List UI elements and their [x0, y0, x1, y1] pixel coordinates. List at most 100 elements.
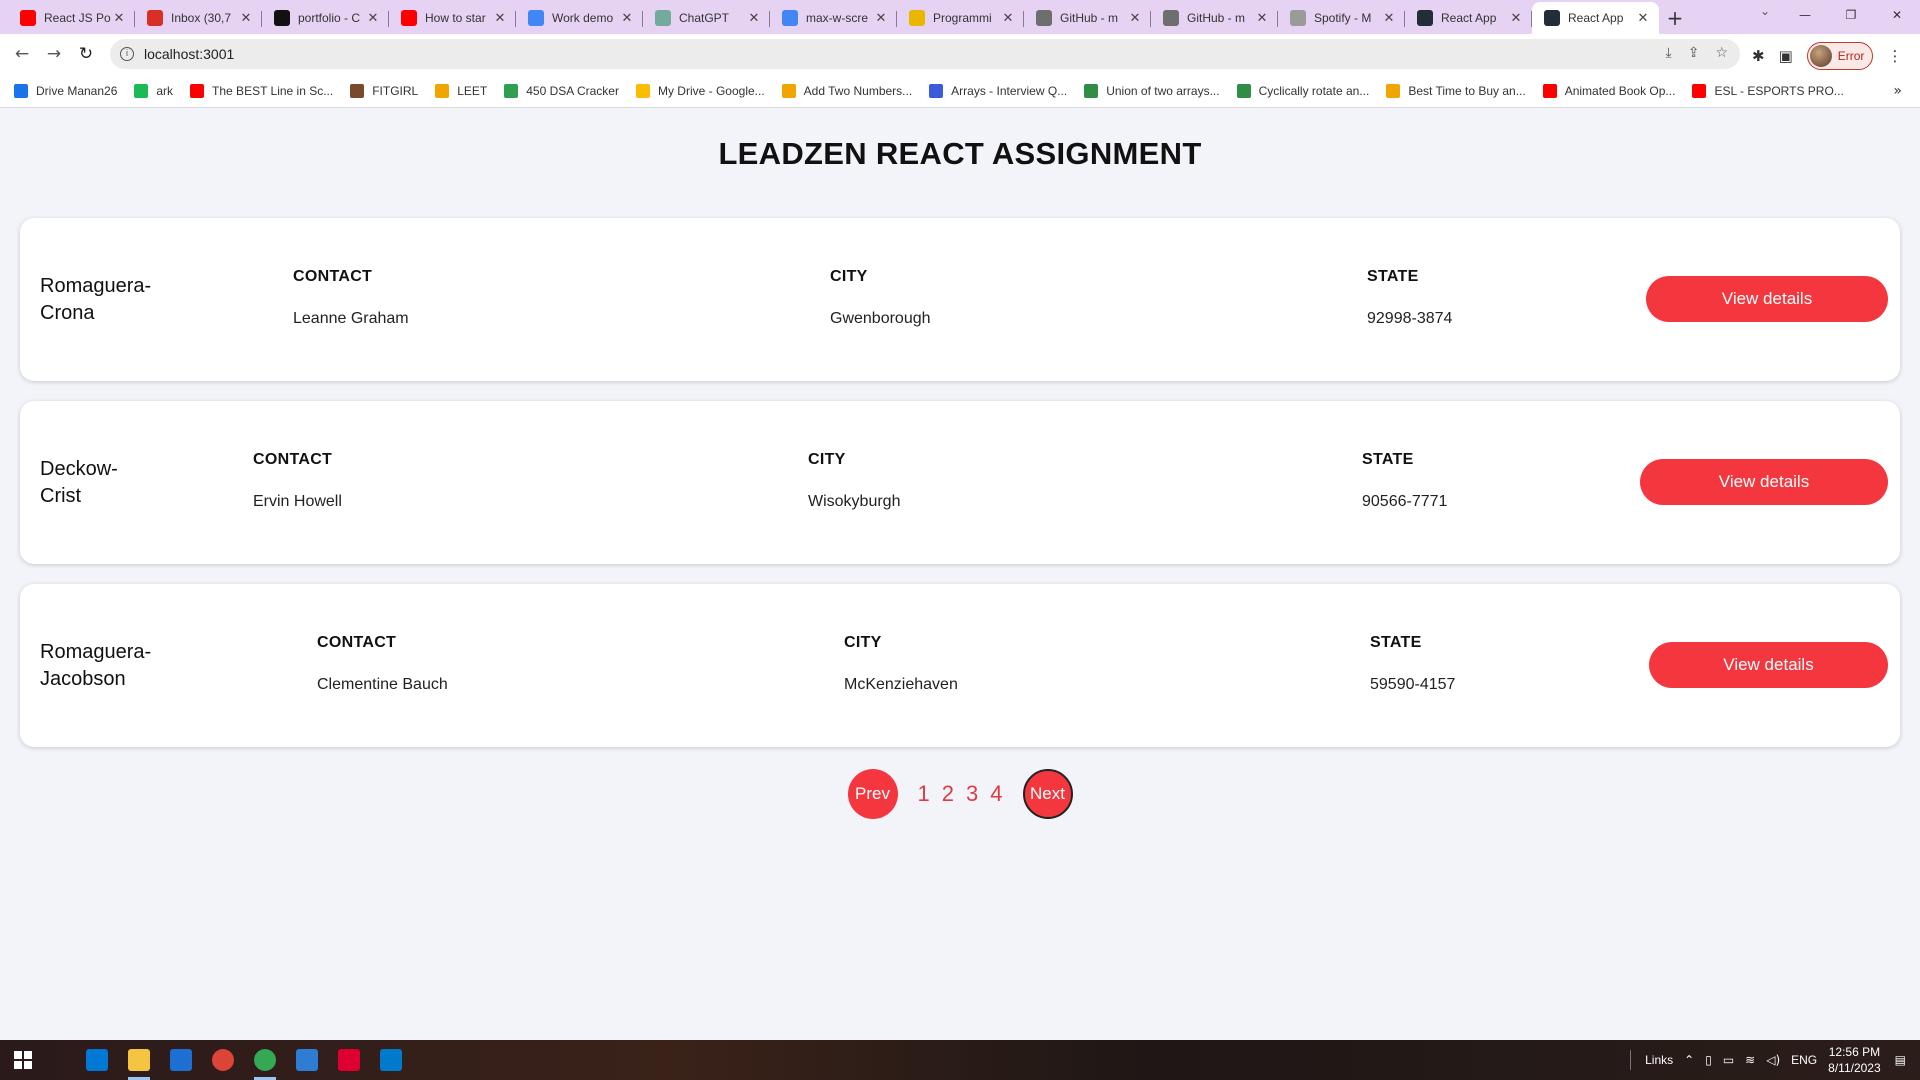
globe-icon	[1290, 10, 1306, 26]
tab-label: ChatGPT	[679, 11, 730, 25]
site-info-icon[interactable]: i	[120, 47, 134, 61]
bookmark-item[interactable]: Add Two Numbers...	[781, 83, 912, 98]
browser-tab[interactable]: Spotify - M ✕	[1278, 2, 1405, 34]
bookmark-item[interactable]: Arrays - Interview Q...	[929, 83, 1067, 98]
browser-tab[interactable]: Inbox (30,7 ✕	[135, 2, 262, 34]
windows-taskbar: Links ⌃ ▯ ▭ ≋ ◁) ENG 12:56 PM 8/11/2023 …	[0, 1040, 1920, 1080]
contact-field: CONTACT Ervin Howell	[253, 451, 342, 511]
more-bookmarks-icon[interactable]: »	[1893, 83, 1902, 99]
next-page-button[interactable]: Next	[1022, 769, 1073, 819]
page-number-4[interactable]: 4	[990, 781, 1002, 807]
bookmark-item[interactable]: Drive Manan26	[14, 83, 117, 98]
volume-icon[interactable]: ◁)	[1766, 1053, 1780, 1067]
wifi-icon[interactable]: ≋	[1745, 1053, 1755, 1067]
bookmark-item[interactable]: Union of two arrays...	[1084, 83, 1220, 98]
install-icon[interactable]: ⤓	[1666, 45, 1672, 61]
close-tab-icon[interactable]: ✕	[1508, 11, 1524, 26]
forward-icon[interactable]: →	[38, 38, 70, 70]
bookmark-favicon-icon	[781, 83, 796, 98]
bookmark-item[interactable]: The BEST Line in Sc...	[190, 83, 333, 98]
browser-tab[interactable]: React App ✕	[1532, 2, 1659, 34]
minimize-icon[interactable]: —	[1782, 0, 1828, 30]
close-tab-icon[interactable]: ✕	[1254, 11, 1270, 26]
browser-tab[interactable]: Programmi ✕	[897, 2, 1024, 34]
profile-error-button[interactable]: Error	[1806, 42, 1874, 70]
tab-label: React App	[1568, 11, 1624, 25]
tab-search-icon[interactable]: ⌄	[1760, 4, 1770, 18]
browser-tab[interactable]: portfolio - C ✕	[262, 2, 389, 34]
browser-tab[interactable]: React App ✕	[1405, 2, 1532, 34]
clock[interactable]: 12:56 PM 8/11/2023	[1828, 1044, 1881, 1076]
page-number-1[interactable]: 1	[918, 781, 930, 807]
close-tab-icon[interactable]: ✕	[111, 11, 127, 26]
display-icon[interactable]: ▭	[1723, 1053, 1734, 1067]
view-details-button[interactable]: View details	[1646, 276, 1888, 322]
file-explorer-icon[interactable]	[118, 1040, 160, 1080]
angular-icon[interactable]	[328, 1040, 370, 1080]
bookmark-item[interactable]: My Drive - Google...	[635, 83, 765, 98]
address-bar[interactable]: i localhost:3001 ⤓ ⇪ ☆	[110, 39, 1740, 69]
bookmark-item[interactable]: Best Time to Buy an...	[1386, 83, 1526, 98]
browser-tab[interactable]: React JS Po ✕	[8, 2, 135, 34]
tray-app-icon[interactable]: ▯	[1705, 1053, 1712, 1067]
close-tab-icon[interactable]: ✕	[619, 11, 635, 26]
bookmark-item[interactable]: Animated Book Op...	[1542, 83, 1675, 98]
close-tab-icon[interactable]: ✕	[365, 11, 381, 26]
links-toolbar-label[interactable]: Links	[1645, 1053, 1673, 1067]
view-details-button[interactable]: View details	[1649, 642, 1888, 688]
close-window-icon[interactable]: ✕	[1874, 0, 1920, 30]
language-label[interactable]: ENG	[1791, 1053, 1817, 1067]
bookmark-item[interactable]: Cyclically rotate an...	[1236, 83, 1369, 98]
store-icon[interactable]	[76, 1040, 118, 1080]
tab-label: Programmi	[933, 11, 992, 25]
browser-tab[interactable]: How to star ✕	[389, 2, 516, 34]
close-tab-icon[interactable]: ✕	[492, 11, 508, 26]
chrome-profile-icon[interactable]	[244, 1040, 286, 1080]
contact-header: CONTACT	[317, 634, 397, 651]
bookmark-star-icon[interactable]: ☆	[1715, 45, 1728, 61]
close-tab-icon[interactable]: ✕	[1635, 11, 1651, 26]
close-tab-icon[interactable]: ✕	[1127, 11, 1143, 26]
browser-tab[interactable]: ChatGPT ✕	[643, 2, 770, 34]
bookmark-item[interactable]: FITGIRL	[350, 83, 418, 98]
chevron-up-icon[interactable]: ⌃	[1684, 1053, 1694, 1067]
vscode-icon[interactable]	[370, 1040, 412, 1080]
chrome-icon[interactable]	[202, 1040, 244, 1080]
menu-kebab-icon[interactable]: ⋮	[1887, 47, 1902, 65]
reload-icon[interactable]: ↻	[70, 38, 102, 70]
windows-start-icon[interactable]	[0, 1040, 46, 1080]
side-panel-icon[interactable]: ▣	[1779, 47, 1793, 65]
browser-tab[interactable]: Work demo ✕	[516, 2, 643, 34]
bookmark-label: Union of two arrays...	[1106, 83, 1220, 98]
close-tab-icon[interactable]: ✕	[238, 11, 254, 26]
close-tab-icon[interactable]: ✕	[1000, 11, 1016, 26]
bookmark-item[interactable]: LEET	[435, 83, 487, 98]
app-glyph	[254, 1049, 276, 1071]
clock-date: 8/11/2023	[1828, 1061, 1881, 1075]
bookmark-item[interactable]: ESL - ESPORTS PRO...	[1692, 83, 1844, 98]
url-text[interactable]: localhost:3001	[144, 46, 234, 62]
notification-icon[interactable]: ▤	[1895, 1053, 1906, 1067]
page-number-2[interactable]: 2	[942, 781, 954, 807]
photos-icon[interactable]	[286, 1040, 328, 1080]
tab-label: Spotify - M	[1314, 11, 1372, 25]
bookmark-item[interactable]: ark	[134, 83, 173, 98]
google-icon	[782, 10, 798, 26]
mail-icon[interactable]	[160, 1040, 202, 1080]
page-number-3[interactable]: 3	[966, 781, 978, 807]
browser-tab[interactable]: GitHub - m ✕	[1151, 2, 1278, 34]
view-details-button[interactable]: View details	[1640, 459, 1888, 505]
new-tab-button[interactable]: +	[1659, 2, 1691, 34]
back-icon[interactable]: ←	[6, 38, 38, 70]
tab-label: React App	[1441, 11, 1497, 25]
close-tab-icon[interactable]: ✕	[873, 11, 889, 26]
prev-page-button[interactable]: Prev	[847, 769, 898, 819]
close-tab-icon[interactable]: ✕	[746, 11, 762, 26]
bookmark-item[interactable]: 450 DSA Cracker	[504, 83, 619, 98]
restore-icon[interactable]: ❐	[1828, 0, 1874, 30]
browser-tab[interactable]: GitHub - m ✕	[1024, 2, 1151, 34]
close-tab-icon[interactable]: ✕	[1381, 11, 1397, 26]
browser-tab[interactable]: max-w-scre ✕	[770, 2, 897, 34]
extensions-icon[interactable]: ✱	[1752, 47, 1765, 65]
share-icon[interactable]: ⇪	[1688, 45, 1700, 61]
